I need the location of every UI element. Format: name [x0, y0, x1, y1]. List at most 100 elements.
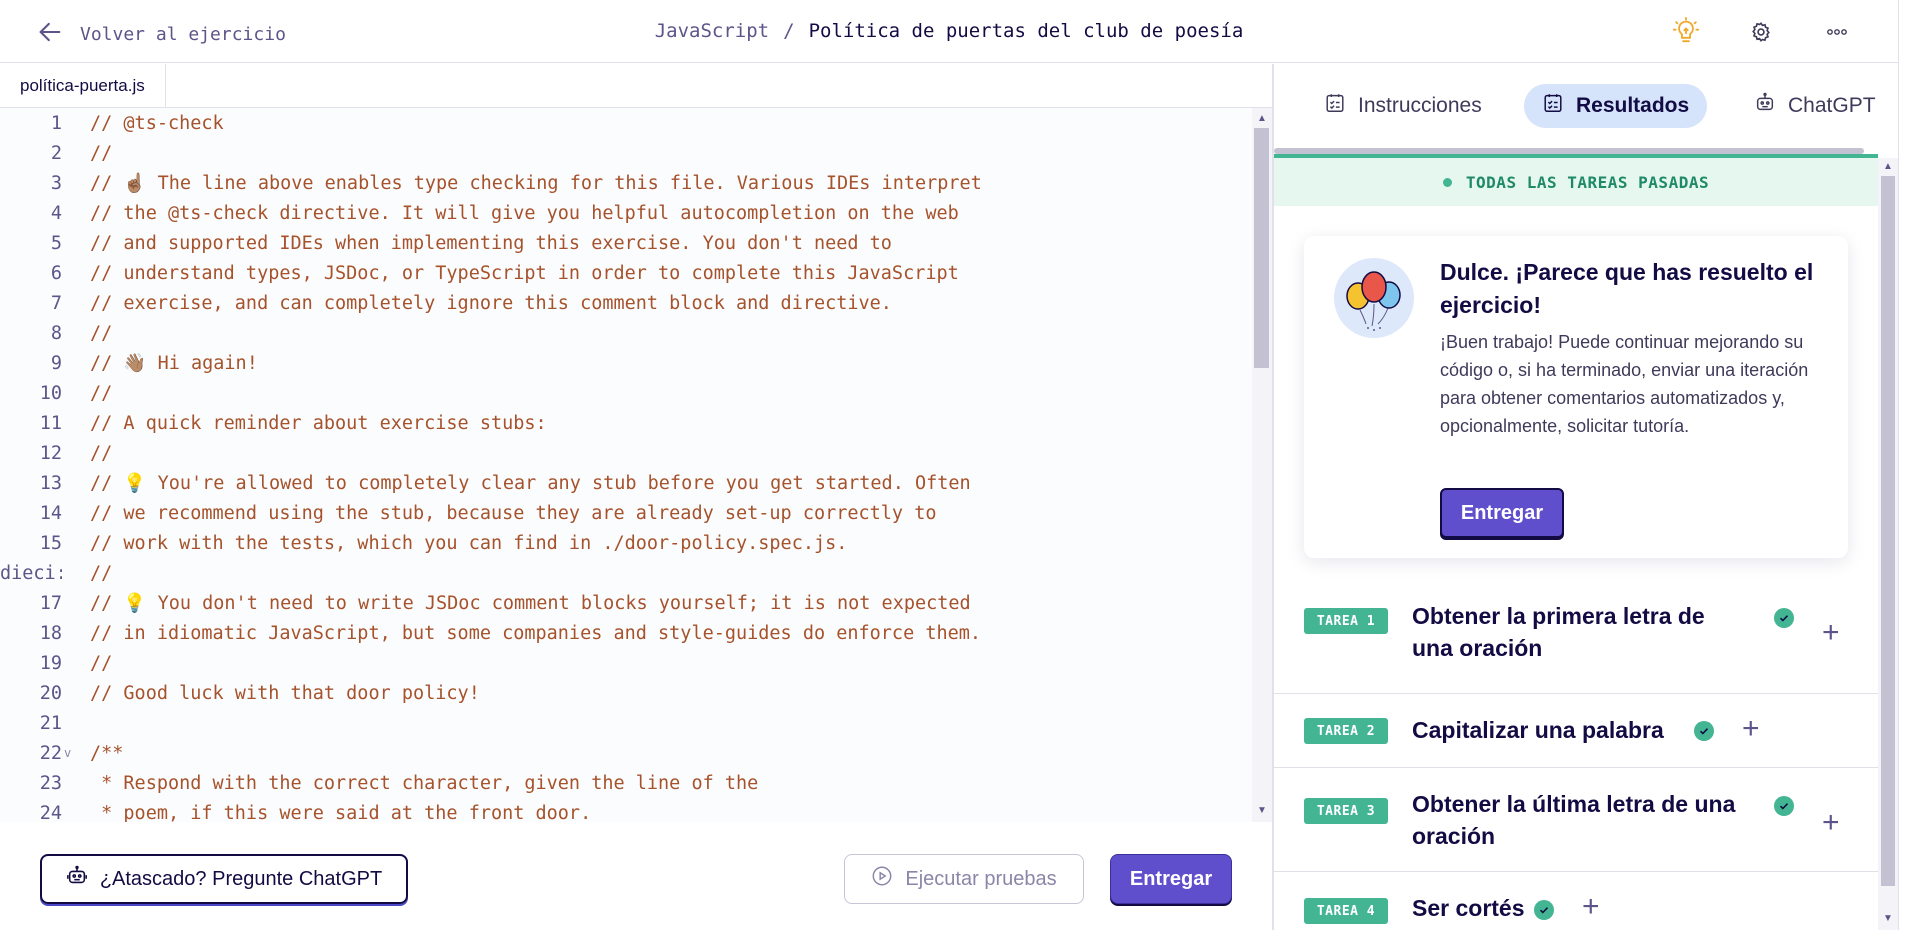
- code-line[interactable]: dieci: //: [0, 558, 1252, 588]
- tab-chatgpt[interactable]: ChatGPT: [1736, 84, 1878, 128]
- code-line[interactable]: 8 //: [0, 318, 1252, 348]
- expand-plus-icon[interactable]: +: [1582, 892, 1600, 922]
- code-text: //: [90, 442, 113, 464]
- line-number: 9: [50, 352, 62, 374]
- code-text: // @ts-check: [90, 112, 224, 134]
- scroll-up-arrow-icon[interactable]: ▲: [1256, 114, 1268, 124]
- code-text: //: [90, 382, 113, 404]
- code-text: // exercise, and can completely ignore t…: [90, 292, 892, 314]
- code-line[interactable]: 21: [0, 708, 1252, 738]
- code-text: //: [90, 652, 113, 674]
- file-tab[interactable]: política-puerta.js: [0, 64, 166, 108]
- breadcrumb-track[interactable]: JavaScript: [655, 20, 769, 42]
- expand-plus-icon[interactable]: +: [1822, 808, 1840, 838]
- code-text: // understand types, JSDoc, or TypeScrip…: [90, 262, 959, 284]
- code-line[interactable]: 4 // the @ts-check directive. It will giv…: [0, 198, 1252, 228]
- code-line[interactable]: 17 // 💡 You don't need to write JSDoc com…: [0, 588, 1252, 618]
- code-line[interactable]: 20 // Good luck with that door policy!: [0, 678, 1252, 708]
- task-badge: TAREA 3: [1304, 798, 1388, 824]
- code-line[interactable]: 9 // 👋🏽 Hi again!: [0, 348, 1252, 378]
- results-panel: Instrucciones Resultados ChatGPT TODAS L…: [1274, 64, 1878, 930]
- line-number: 8: [50, 322, 62, 344]
- ask-chatgpt-label: ¿Atascado? Pregunte ChatGPT: [99, 867, 383, 890]
- tab-instructions[interactable]: Instrucciones: [1306, 84, 1500, 128]
- robot-icon: [1754, 92, 1776, 120]
- gear-icon[interactable]: [1745, 16, 1777, 48]
- line-number: 2: [50, 142, 62, 164]
- code-text: // work with the tests, which you can fi…: [90, 532, 848, 554]
- code-line[interactable]: 19 //: [0, 648, 1252, 678]
- expand-plus-icon[interactable]: +: [1742, 714, 1760, 744]
- code-line[interactable]: 2 //: [0, 138, 1252, 168]
- code-line[interactable]: 5 // and supported IDEs when implementing…: [0, 228, 1252, 258]
- code-line[interactable]: 6 // understand types, JSDoc, or TypeScri…: [0, 258, 1252, 288]
- code-line[interactable]: 12 //: [0, 438, 1252, 468]
- line-number: 15: [39, 532, 62, 554]
- line-number: 11: [39, 412, 62, 434]
- run-tests-label: Ejecutar pruebas: [905, 867, 1057, 890]
- code-line[interactable]: 1 // @ts-check: [0, 108, 1252, 138]
- task-title: Ser cortés: [1412, 895, 1525, 921]
- task-title: Obtener la última letra de una oración: [1412, 791, 1736, 849]
- code-line[interactable]: 3 // ☝🏽 The line above enables type check…: [0, 168, 1252, 198]
- line-number: 22: [39, 742, 62, 764]
- task-badge: TAREA 1: [1304, 608, 1388, 634]
- check-icon: [1534, 900, 1554, 920]
- line-number: dieci:: [0, 562, 62, 584]
- more-options-icon[interactable]: [1821, 16, 1853, 48]
- line-number: 20: [39, 682, 62, 704]
- code-line[interactable]: 15 // work with the tests, which you can …: [0, 528, 1252, 558]
- code-line[interactable]: 13 // 💡 You're allowed to completely clea…: [0, 468, 1252, 498]
- submit-button[interactable]: Entregar: [1110, 854, 1232, 904]
- code-text: // the @ts-check directive. It will give…: [90, 202, 959, 224]
- code-editor[interactable]: 1 // @ts-check 2 // 3 // ☝🏽 The line above en…: [0, 108, 1252, 822]
- code-text: // A quick reminder about exercise stubs…: [90, 412, 547, 434]
- task-item[interactable]: TAREA 3 Obtener la última letra de una o…: [1274, 768, 1878, 872]
- fold-chevron-icon[interactable]: v: [62, 746, 90, 760]
- tab-results[interactable]: Resultados: [1524, 84, 1708, 128]
- line-number: 3: [50, 172, 62, 194]
- code-line[interactable]: 7 // exercise, and can completely ignore …: [0, 288, 1252, 318]
- panel-scroll-down-arrow-icon[interactable]: ▼: [1882, 914, 1894, 924]
- expand-plus-icon[interactable]: +: [1822, 618, 1840, 648]
- code-text: // 👋🏽 Hi again!: [90, 353, 258, 374]
- task-item[interactable]: TAREA 1 Obtener la primera letra de una …: [1274, 578, 1878, 694]
- panel-scroll-up-arrow-icon[interactable]: ▲: [1882, 162, 1894, 172]
- task-item[interactable]: TAREA 2 Capitalizar una palabra +: [1274, 694, 1878, 768]
- line-number: 18: [39, 622, 62, 644]
- code-line[interactable]: 23 * Respond with the correct character,…: [0, 768, 1252, 798]
- balloons-icon: [1334, 258, 1414, 338]
- editor-tabbar: política-puerta.js: [0, 64, 1272, 108]
- code-line[interactable]: 14 // we recommend using the stub, becaus…: [0, 498, 1252, 528]
- tab-chatgpt-label: ChatGPT: [1788, 94, 1876, 117]
- success-card: Dulce. ¡Parece que has resuelto el ejerc…: [1304, 236, 1848, 558]
- code-line[interactable]: 22 v/**: [0, 738, 1252, 768]
- task-title: Obtener la primera letra de una oración: [1412, 603, 1705, 661]
- line-number: 21: [39, 712, 62, 734]
- code-line[interactable]: 18 // in idiomatic JavaScript, but some c…: [0, 618, 1252, 648]
- tab-results-label: Resultados: [1576, 94, 1690, 117]
- code-line[interactable]: 11 // A quick reminder about exercise stu…: [0, 408, 1252, 438]
- breadcrumb-separator: /: [783, 20, 795, 42]
- run-tests-button[interactable]: Ejecutar pruebas: [844, 854, 1084, 904]
- editor-scrollbar-thumb[interactable]: [1254, 128, 1269, 368]
- breadcrumb: JavaScript / Política de puertas del club …: [0, 20, 1898, 42]
- line-number: 4: [50, 202, 62, 224]
- code-text: // in idiomatic JavaScript, but some com…: [90, 622, 982, 644]
- line-number: 6: [50, 262, 62, 284]
- tab-instructions-label: Instrucciones: [1358, 94, 1482, 117]
- checklist-icon: [1542, 92, 1564, 120]
- breadcrumb-exercise: Política de puertas del club de poesía: [808, 20, 1244, 42]
- lightbulb-icon[interactable]: [1670, 16, 1702, 48]
- ask-chatgpt-button[interactable]: ¿Atascado? Pregunte ChatGPT: [40, 854, 408, 904]
- line-number: 10: [39, 382, 62, 404]
- task-item[interactable]: TAREA 4 Ser cortés +: [1274, 872, 1878, 930]
- panel-scrollbar-thumb[interactable]: [1881, 176, 1895, 886]
- code-line[interactable]: 24 * poem, if this were said at the fron…: [0, 798, 1252, 823]
- card-submit-button[interactable]: Entregar: [1440, 488, 1564, 538]
- code-line[interactable]: 10 //: [0, 378, 1252, 408]
- code-text: // 💡 You don't need to write JSDoc comme…: [90, 593, 971, 614]
- scroll-down-arrow-icon[interactable]: ▼: [1256, 806, 1268, 816]
- task-title: Capitalizar una palabra: [1412, 714, 1664, 746]
- robot-icon: [66, 865, 88, 893]
